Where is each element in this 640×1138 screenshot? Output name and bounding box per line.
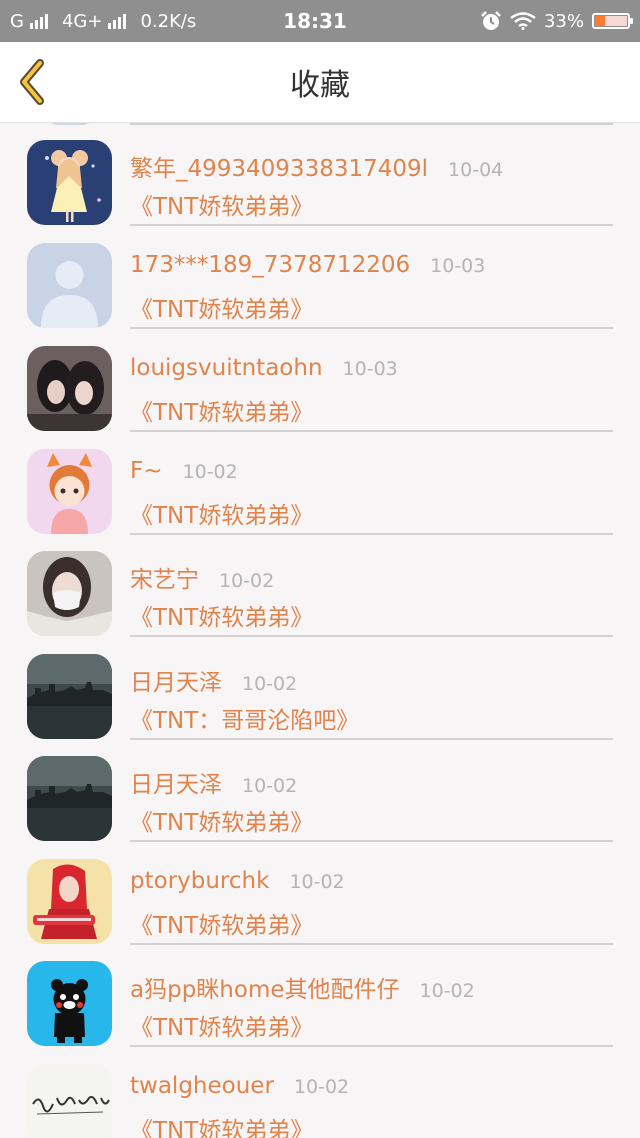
item-date: 10-02 xyxy=(242,775,298,797)
book-title: 《TNT娇软弟弟》 xyxy=(130,400,314,426)
list-item[interactable]: 繁年_4993409338317409l 10-04 《TNT娇软弟弟》 xyxy=(0,123,640,226)
chevron-left-icon xyxy=(20,59,44,105)
item-date: 10-03 xyxy=(430,255,486,277)
item-header: louigsvuitntaohn 10-03 xyxy=(130,355,398,381)
signal-icon-2 xyxy=(108,13,127,29)
avatar xyxy=(27,1064,112,1138)
item-date: 10-02 xyxy=(419,980,475,1002)
signal-icon xyxy=(29,13,48,29)
item-header: F~ 10-02 xyxy=(130,458,238,484)
user-name: 宋艺宁 xyxy=(130,567,199,593)
red-hood-girl-avatar xyxy=(27,859,112,944)
book-title: 《TNT娇软弟弟》 xyxy=(130,503,314,529)
cartoon-fox-boy-avatar xyxy=(27,449,112,534)
kumamon-bear-avatar xyxy=(27,961,112,1046)
book-title: 《TNT娇软弟弟》 xyxy=(130,194,314,220)
carrier-label: G xyxy=(10,10,24,32)
user-name: 日月天泽 xyxy=(130,772,222,798)
item-header: twalgheouer 10-02 xyxy=(130,1073,349,1099)
user-name: a犸pp眯home其他配件仔 xyxy=(130,977,400,1003)
book-title: 《TNT娇软弟弟》 xyxy=(130,1118,314,1138)
avatar xyxy=(27,961,112,1046)
list-item[interactable]: 宋艺宁 10-02 《TNT娇软弟弟》 xyxy=(0,534,640,637)
two-girls-photo-avatar xyxy=(27,346,112,431)
book-title: 《TNT娇软弟弟》 xyxy=(130,605,314,631)
header-bar: 收藏 xyxy=(0,42,640,123)
avatar xyxy=(27,346,112,431)
book-title: 《TNT娇软弟弟》 xyxy=(130,297,314,323)
item-date: 10-02 xyxy=(182,461,238,483)
battery-percent: 33% xyxy=(543,10,584,32)
item-date: 10-03 xyxy=(342,358,398,380)
page-title: 收藏 xyxy=(290,68,350,103)
avatar xyxy=(27,654,112,739)
book-title: 《TNT：哥哥沦陷吧》 xyxy=(130,708,360,734)
item-header: 繁年_4993409338317409l 10-04 xyxy=(130,149,503,183)
book-title: 《TNT娇软弟弟》 xyxy=(130,913,314,939)
item-header: a犸pp眯home其他配件仔 10-02 xyxy=(130,970,475,1004)
list-item[interactable]: 日月天泽 10-02 《TNT：哥哥沦陷吧》 xyxy=(0,637,640,740)
avatar xyxy=(27,551,112,636)
avatar xyxy=(27,243,112,328)
item-header: 宋艺宁 10-02 xyxy=(130,560,274,594)
avatar xyxy=(27,140,112,225)
status-bar: G 4G+ 0.2K/s 18:31 33% xyxy=(0,0,640,42)
status-time: 18:31 xyxy=(283,9,347,33)
user-name: 日月天泽 xyxy=(130,670,222,696)
city-night-avatar xyxy=(27,756,112,841)
list-item[interactable]: 日月天泽 10-02 《TNT娇软弟弟》 xyxy=(0,739,640,842)
back-button[interactable] xyxy=(14,58,54,106)
avatar xyxy=(27,859,112,944)
handwriting-avatar xyxy=(27,1064,112,1138)
city-night-avatar xyxy=(27,654,112,739)
book-title: 《TNT娇软弟弟》 xyxy=(130,1015,314,1041)
list-item[interactable]: louigsvuitntaohn 10-03 《TNT娇软弟弟》 xyxy=(0,329,640,432)
item-header: ptoryburchk 10-02 xyxy=(130,868,345,894)
masked-girl-photo-avatar xyxy=(27,551,112,636)
list-item[interactable]: a犸pp眯home其他配件仔 10-02 《TNT娇软弟弟》 xyxy=(0,944,640,1047)
list-item[interactable]: F~ 10-02 《TNT娇软弟弟》 xyxy=(0,432,640,535)
item-header: 173***189_7378712206 10-03 xyxy=(130,252,485,278)
item-header: 日月天泽 10-02 xyxy=(130,765,297,799)
user-name: 繁年_4993409338317409l xyxy=(130,156,429,182)
wifi-icon xyxy=(510,12,536,30)
network-speed: 0.2K/s xyxy=(140,10,197,32)
list-item[interactable]: ptoryburchk 10-02 《TNT娇软弟弟》 xyxy=(0,842,640,945)
network-label: 4G+ xyxy=(61,10,103,32)
item-date: 10-02 xyxy=(242,673,298,695)
avatar xyxy=(27,756,112,841)
item-date: 10-04 xyxy=(448,159,504,181)
list-item[interactable]: twalgheouer 10-02 《TNT娇软弟弟》 xyxy=(0,1047,640,1138)
item-date: 10-02 xyxy=(219,570,275,592)
user-name: twalgheouer xyxy=(130,1073,274,1099)
item-header: 日月天泽 10-02 xyxy=(130,663,297,697)
default-person-avatar xyxy=(27,243,112,328)
favorites-list: 繁年_4993409338317409l 10-04 《TNT娇软弟弟》 173… xyxy=(0,123,640,1138)
user-name: 173***189_7378712206 xyxy=(130,252,411,278)
item-date: 10-02 xyxy=(293,1076,350,1098)
user-name: F~ xyxy=(130,458,163,484)
anime-girl-avatar xyxy=(27,140,112,225)
battery-icon xyxy=(592,13,633,29)
avatar xyxy=(27,449,112,534)
user-name: ptoryburchk xyxy=(130,868,270,894)
book-title: 《TNT娇软弟弟》 xyxy=(130,810,314,836)
list-item[interactable]: 173***189_7378712206 10-03 《TNT娇软弟弟》 xyxy=(0,226,640,329)
item-date: 10-02 xyxy=(289,871,345,893)
status-right: 33% xyxy=(420,10,633,32)
user-name: louigsvuitntaohn xyxy=(130,355,323,381)
alarm-icon xyxy=(481,11,501,30)
